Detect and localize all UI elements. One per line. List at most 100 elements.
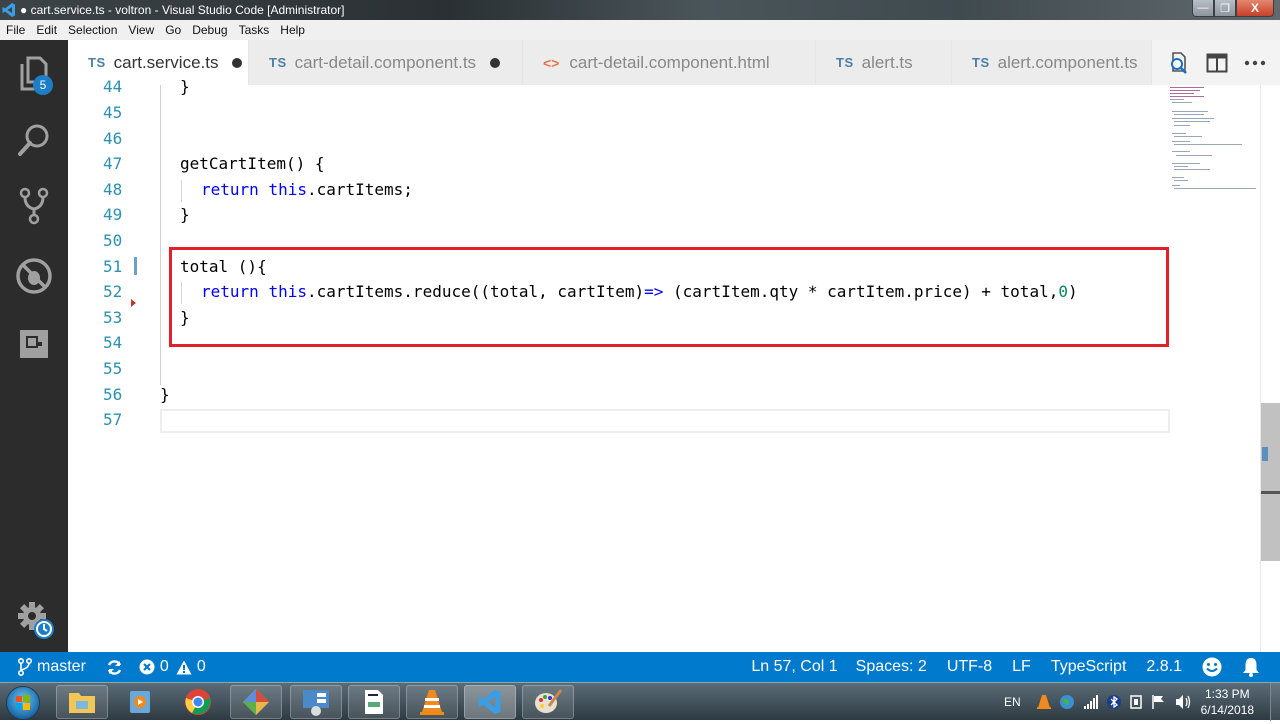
line-number: 48 (103, 180, 123, 199)
activity-settings[interactable] (16, 600, 56, 640)
restore-button[interactable]: ❐ (1214, 0, 1236, 17)
notifications-bell-icon[interactable] (1242, 657, 1260, 677)
vscode-logo-icon (2, 3, 15, 17)
menu-bar: File Edit Selection View Go Debug Tasks … (0, 20, 1280, 40)
taskbar-file-explorer[interactable] (56, 685, 108, 719)
start-button[interactable] (6, 686, 40, 720)
file-encoding[interactable]: UTF-8 (947, 658, 992, 676)
tab-alert-component-ts[interactable]: TS alert.component.ts (952, 40, 1152, 85)
end-of-line[interactable]: LF (1012, 658, 1031, 676)
more-actions-icon[interactable] (1244, 60, 1266, 66)
activity-extensions[interactable] (14, 324, 54, 364)
code-line-49: } (180, 205, 190, 224)
unsaved-dot-icon[interactable] (232, 57, 243, 68)
system-clock[interactable]: 1:33 PM 6/14/2018 (1201, 686, 1254, 718)
media-player-icon (130, 691, 150, 713)
warning-count: 0 (196, 658, 206, 675)
taskbar-git-gui[interactable] (230, 685, 282, 719)
scrollbar-cursor-marker (1261, 491, 1280, 494)
feedback-smiley-icon[interactable] (1202, 657, 1222, 677)
sync-button[interactable] (106, 659, 123, 676)
modified-line-marker[interactable] (134, 257, 137, 275)
problems-status[interactable]: 0 0 (139, 658, 206, 676)
line-number-gutter: 44 45 46 47 48 49 50 51 52 53 54 55 56 5… (68, 77, 160, 652)
open-preview-icon[interactable] (1166, 51, 1190, 75)
action-center-flag-icon[interactable] (1151, 694, 1167, 710)
minimize-icon: — (1197, 2, 1209, 14)
minimap[interactable] (1168, 85, 1260, 195)
editor-actions (1152, 40, 1280, 85)
explorer-badge: 5 (33, 75, 53, 95)
line-number: 55 (103, 359, 123, 378)
system-tray: EN 1:33 PM 6/14/2018 (1004, 683, 1280, 721)
power-plug-icon[interactable] (1129, 694, 1143, 710)
taskbar-control-panel[interactable] (290, 685, 342, 719)
chrome-icon (185, 689, 211, 715)
status-bar: master 0 0 Ln 57, Col 1 Spaces: 2 UTF-8 … (0, 652, 1280, 682)
taskbar-paint[interactable] (522, 685, 574, 719)
windows-taskbar: EN 1:33 PM 6/14/2018 (0, 682, 1280, 721)
menu-tasks[interactable]: Tasks (239, 23, 270, 37)
line-number: 46 (103, 129, 123, 148)
vertical-scrollbar[interactable] (1260, 85, 1280, 652)
close-window-button[interactable]: X (1236, 0, 1274, 17)
signal-strength-icon[interactable] (1083, 695, 1099, 709)
taskbar-vscode[interactable] (464, 685, 516, 719)
typescript-file-icon: TS (269, 55, 287, 70)
tab-label: alert.ts (861, 52, 913, 72)
minimize-button[interactable]: — (1192, 0, 1214, 17)
menu-file[interactable]: File (6, 23, 25, 37)
code-line-44: } (180, 77, 190, 96)
tab-cart-service-ts[interactable]: TS cart.service.ts (68, 40, 249, 85)
input-language[interactable]: EN (1004, 695, 1021, 709)
settings-icon (18, 602, 54, 639)
tab-label: cart.service.ts (113, 52, 219, 72)
scrollbar-change-marker (1262, 447, 1268, 461)
vlc-tray-icon[interactable] (1036, 694, 1051, 710)
current-line-highlight (160, 409, 1170, 433)
git-branch-status[interactable]: master (18, 658, 86, 676)
restore-icon: ❐ (1220, 2, 1230, 15)
clock-time: 1:33 PM (1204, 687, 1250, 701)
menu-edit[interactable]: Edit (36, 23, 57, 37)
tab-cart-detail-component-html[interactable]: <> cart-detail.component.html (523, 40, 816, 85)
menu-debug[interactable]: Debug (192, 23, 227, 37)
bluetooth-icon[interactable] (1106, 694, 1121, 710)
taskbar-media-player[interactable] (114, 685, 166, 719)
tab-label: alert.component.ts (997, 52, 1138, 72)
cursor-position[interactable]: Ln 57, Col 1 (751, 658, 837, 676)
line-number: 47 (103, 154, 123, 173)
code-editor[interactable]: 44 45 46 47 48 49 50 51 52 53 54 55 56 5… (68, 77, 1280, 652)
network-globe-icon[interactable] (1059, 694, 1075, 710)
show-desktop-button[interactable] (1270, 683, 1280, 721)
tab-cart-detail-component-ts[interactable]: TS cart-detail.component.ts (249, 40, 523, 85)
taskbar-chrome[interactable] (172, 685, 224, 719)
activity-debug[interactable] (14, 256, 54, 296)
code-line-48: return this.cartItems; (201, 180, 413, 199)
split-editor-icon[interactable] (1206, 53, 1228, 73)
typescript-version[interactable]: 2.8.1 (1146, 658, 1182, 676)
taskbar-vlc[interactable] (406, 685, 458, 719)
line-number: 53 (103, 308, 123, 327)
scrollbar-thumb[interactable] (1261, 403, 1280, 561)
vscode-icon (478, 689, 501, 715)
code-token: } (160, 385, 170, 404)
volume-icon[interactable] (1175, 694, 1193, 710)
activity-bar: 5 (0, 40, 68, 652)
menu-go[interactable]: Go (165, 23, 181, 37)
branch-name: master (37, 658, 86, 675)
unsaved-dot-icon[interactable] (490, 57, 501, 68)
activity-search[interactable] (14, 120, 54, 160)
activity-source-control[interactable] (14, 186, 54, 226)
language-mode[interactable]: TypeScript (1051, 658, 1127, 676)
indent-guide (181, 180, 182, 202)
indentation-setting[interactable]: Spaces: 2 (856, 658, 927, 676)
taskbar-document-viewer[interactable] (348, 685, 400, 719)
menu-help[interactable]: Help (280, 23, 305, 37)
code-line-47: getCartItem() { (180, 154, 325, 173)
annotation-highlight-box (169, 247, 1169, 347)
deleted-line-marker[interactable] (131, 299, 136, 307)
menu-selection[interactable]: Selection (68, 23, 117, 37)
menu-view[interactable]: View (128, 23, 154, 37)
tab-alert-ts[interactable]: TS alert.ts (816, 40, 952, 85)
